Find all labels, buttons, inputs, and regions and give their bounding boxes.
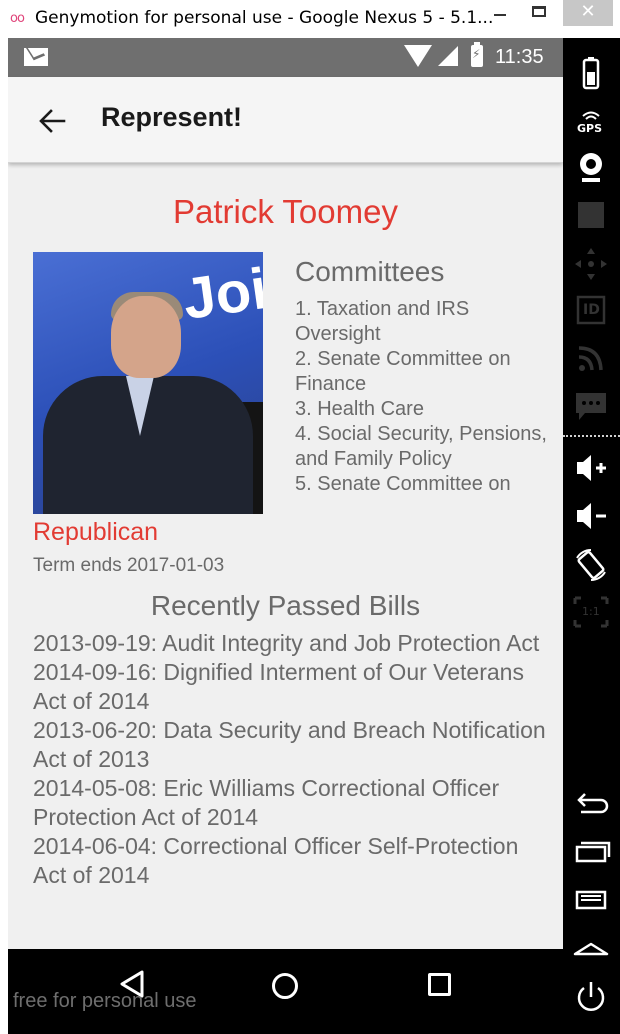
representative-photo: Join	[33, 252, 263, 514]
recents-icon[interactable]	[569, 834, 614, 874]
party-label: Republican	[33, 518, 159, 546]
window-title-bar: oo Genymotion for personal use - Google …	[0, 0, 620, 38]
status-time: 11:35	[495, 46, 544, 68]
bills-heading: Recently Passed Bills	[150, 590, 421, 621]
maximize-button[interactable]	[526, 0, 556, 26]
representative-name: Patrick Toomey	[173, 193, 398, 230]
photo-sign-text: Join	[179, 252, 263, 332]
minimize-button[interactable]	[486, 0, 516, 26]
wifi-icon	[404, 45, 432, 67]
term-end-label: Term ends 2017-01-03	[33, 555, 225, 576]
app-bar: Represent!	[8, 77, 563, 163]
back-arrow-icon[interactable]	[38, 107, 66, 135]
volume-down-icon[interactable]	[569, 498, 614, 538]
battery-widget-icon[interactable]	[569, 56, 614, 96]
close-button[interactable]: ✕	[563, 0, 613, 26]
bill-item: 2014-05-08: Eric Williams Correctional O…	[33, 775, 500, 830]
menu-icon[interactable]	[569, 882, 614, 922]
sms-icon	[569, 388, 614, 428]
video-capture-icon	[569, 198, 614, 238]
phone-screen: 11:35 Represent! Patrick Toomey Join Com…	[8, 38, 563, 1034]
bill-item: 2013-09-19: Audit Integrity and Job Prot…	[33, 630, 540, 656]
committee-item: 3. Health Care	[295, 398, 424, 420]
committees-heading: Committees	[295, 256, 445, 287]
committee-item: 4. Social Security, Pensions, and Family…	[295, 423, 547, 470]
battery-icon	[471, 42, 483, 67]
bills-list: 2013-09-19: Audit Integrity and Job Prot…	[33, 629, 553, 890]
id-icon: ID	[569, 292, 614, 332]
rss-icon	[569, 340, 614, 380]
watermark: free for personal use	[13, 990, 197, 1012]
rotate-icon[interactable]	[569, 546, 614, 586]
committee-item: 1. Taxation and IRS Oversight	[295, 298, 470, 345]
home-circle-icon[interactable]	[272, 973, 298, 999]
committee-item: 5. Senate Committee on	[295, 473, 511, 495]
webcam-icon[interactable]	[569, 148, 614, 188]
status-bar: 11:35	[8, 38, 563, 77]
bill-item: 2014-06-04: Correctional Officer Self-Pr…	[33, 833, 519, 888]
bill-item: 2014-09-16: Dignified Interment of Our V…	[33, 659, 524, 714]
app-title: Represent!	[101, 102, 243, 132]
minimize-icon	[494, 14, 506, 16]
committee-item: 2. Senate Committee on Finance	[295, 348, 511, 395]
home-icon[interactable]	[569, 930, 614, 970]
window-title: Genymotion for personal use - Google Nex…	[35, 8, 494, 28]
gps-icon[interactable]: GPS	[569, 108, 614, 148]
bill-item: 2013-06-20: Data Security and Breach Not…	[33, 717, 546, 772]
mail-icon	[24, 48, 48, 66]
maximize-icon	[532, 6, 546, 17]
close-icon: ✕	[580, 1, 596, 22]
recents-square-icon[interactable]	[428, 973, 451, 996]
volume-up-icon[interactable]	[569, 450, 614, 490]
power-icon[interactable]	[569, 978, 614, 1018]
back-icon[interactable]	[569, 786, 614, 826]
genymotion-logo-icon: oo	[10, 11, 25, 26]
committees-list: 1. Taxation and IRS Oversight 2. Senate …	[295, 297, 550, 497]
signal-icon	[438, 46, 458, 66]
dpad-icon	[569, 244, 614, 284]
scale-icon: 1:1	[569, 594, 614, 634]
genymotion-sidebar: GPS ID 1:1	[563, 38, 620, 1034]
